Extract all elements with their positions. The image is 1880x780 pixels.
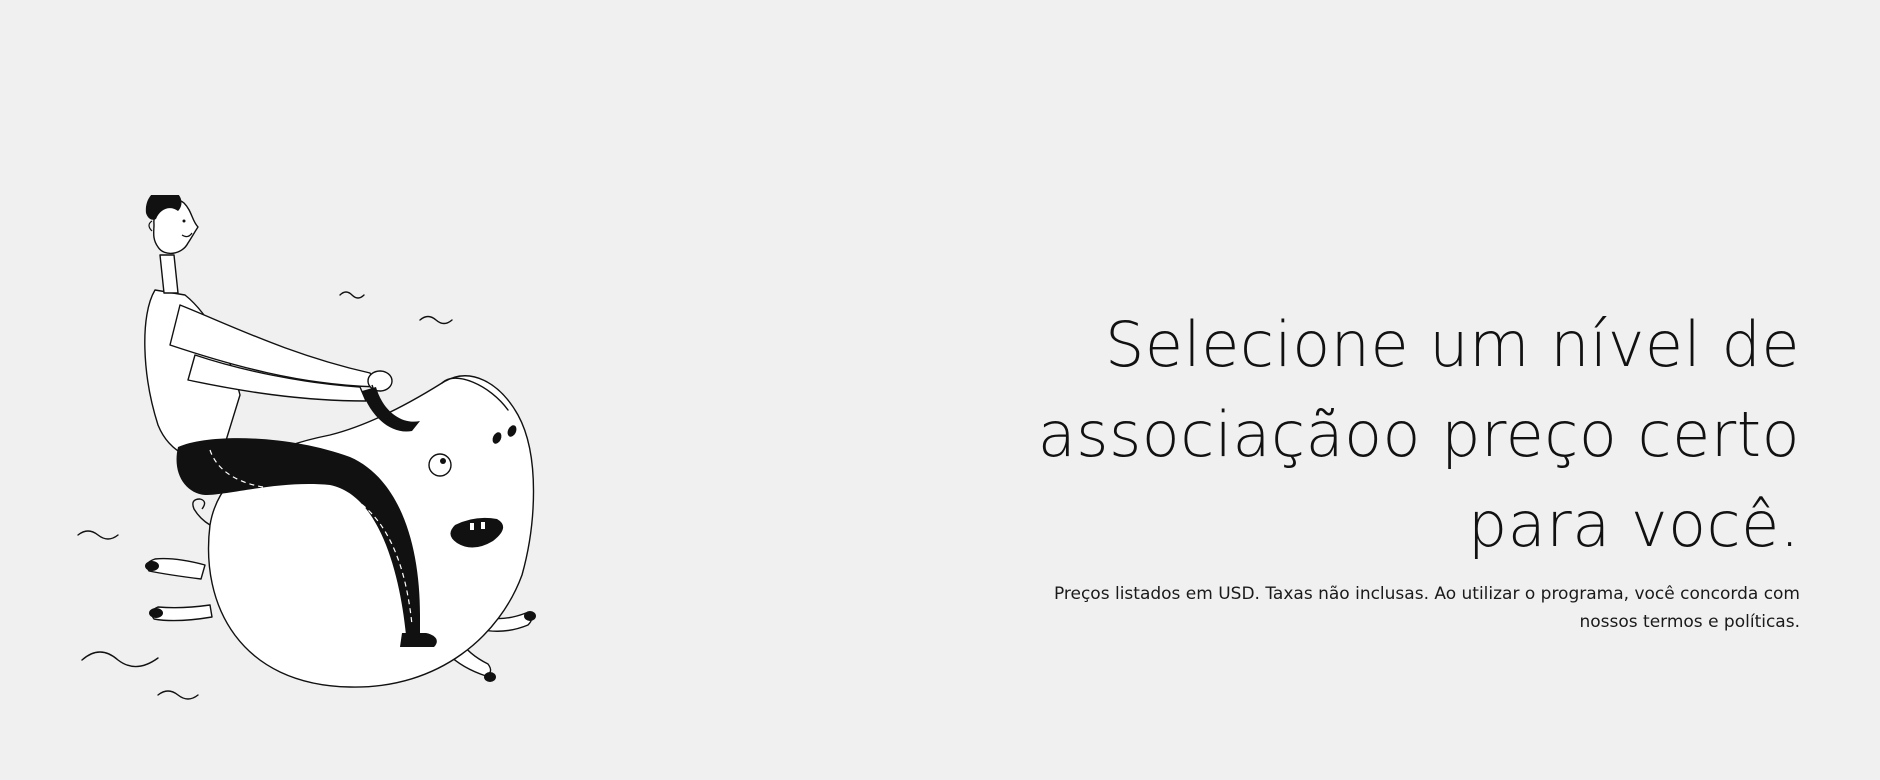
pricing-hero: Selecione um nível de associaçãoo preço …	[900, 300, 1800, 636]
headline-line: para você.	[1467, 488, 1800, 561]
man-riding-pig-icon	[77, 188, 536, 700]
headline-line: associaçãoo preço certo	[1037, 398, 1800, 471]
pricing-disclaimer: Preços listados em USD. Taxas não inclus…	[900, 580, 1800, 636]
man-riding-pig-illustration	[60, 188, 580, 725]
page-title: Selecione um nível de associaçãoo preço …	[900, 300, 1800, 570]
disclaimer-line: Preços listados em USD. Taxas não inclus…	[1053, 584, 1800, 604]
disclaimer-line: nossos termos e políticas.	[1579, 612, 1800, 632]
headline-line: Selecione um nível de	[1105, 308, 1800, 381]
